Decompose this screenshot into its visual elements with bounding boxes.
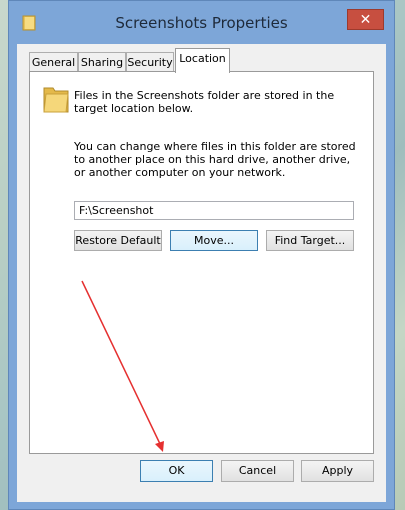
tab-location[interactable]: Location: [175, 48, 230, 73]
tab-sharing[interactable]: Sharing: [78, 52, 126, 72]
tab-security[interactable]: Security: [126, 52, 174, 72]
window-title: Screenshots Properties: [115, 14, 288, 32]
close-icon: ✕: [359, 12, 372, 28]
ok-button[interactable]: OK: [140, 460, 213, 482]
location-change-text: You can change where files in this folde…: [74, 140, 356, 179]
find-target-button[interactable]: Find Target...: [266, 230, 354, 251]
close-button[interactable]: ✕: [347, 9, 384, 30]
location-info-text: Files in the Screenshots folder are stor…: [74, 89, 335, 115]
folder-icon: [43, 87, 69, 113]
tab-general[interactable]: General: [29, 52, 78, 72]
dialog-body: General Sharing Security Location Files …: [17, 44, 386, 502]
location-panel: Files in the Screenshots folder are stor…: [29, 71, 374, 454]
location-path-input[interactable]: [74, 201, 354, 220]
restore-default-button[interactable]: Restore Default: [74, 230, 162, 251]
cancel-button[interactable]: Cancel: [221, 460, 294, 482]
properties-window: Screenshots Properties ✕ General Sharing…: [8, 0, 395, 510]
apply-button[interactable]: Apply: [301, 460, 374, 482]
title-bar[interactable]: Screenshots Properties ✕: [9, 1, 394, 44]
move-button[interactable]: Move...: [170, 230, 258, 251]
